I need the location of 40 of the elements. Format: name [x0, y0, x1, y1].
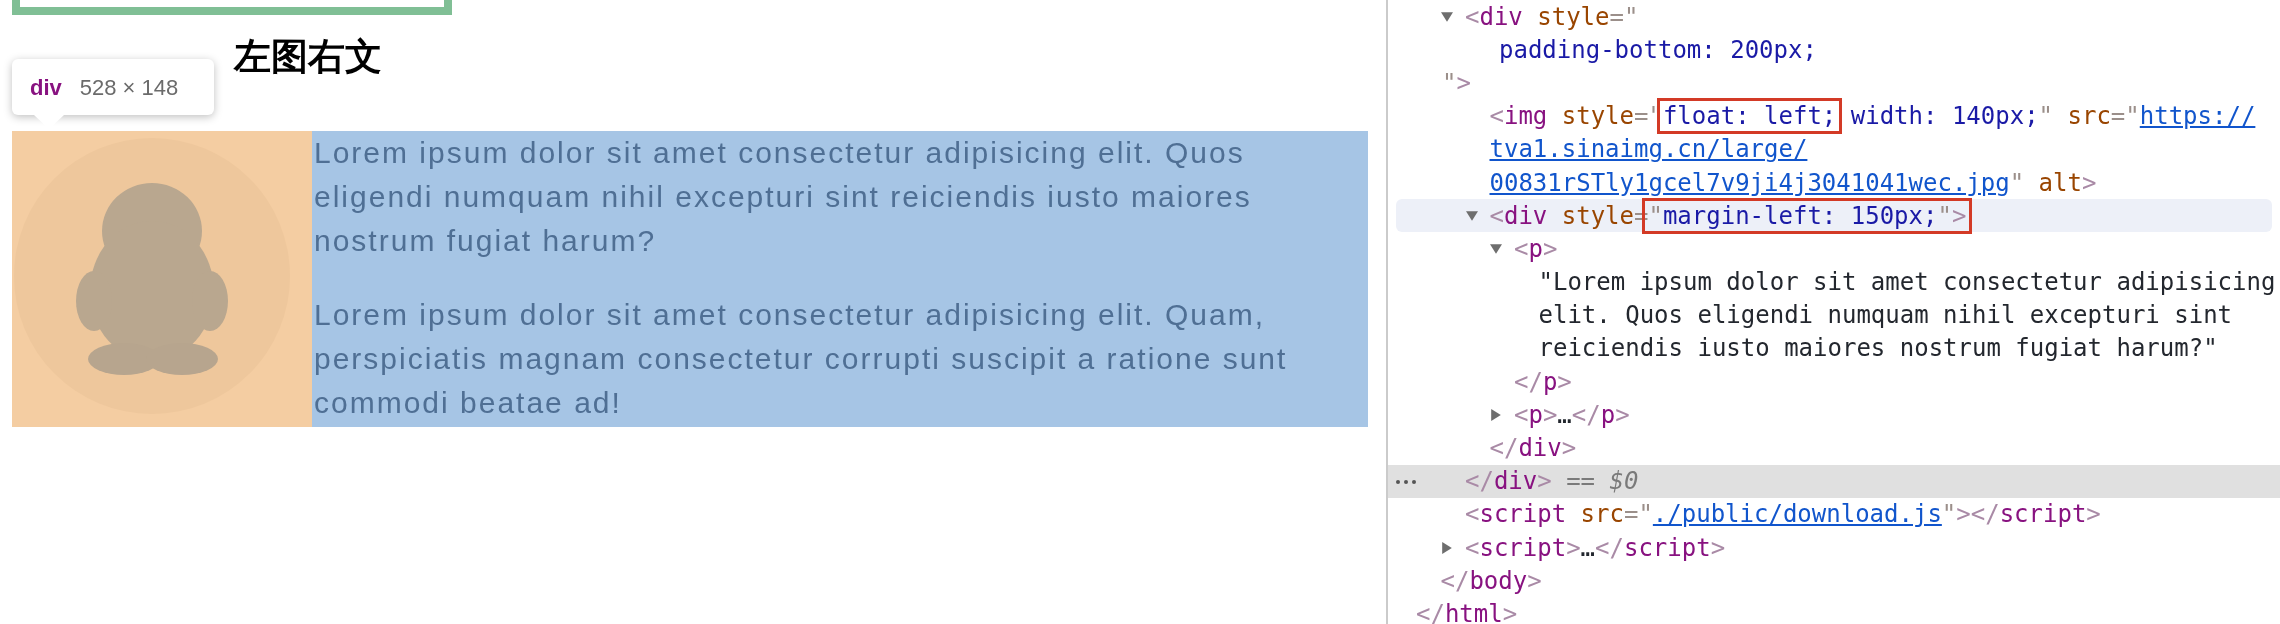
tree-row[interactable]: </div>: [1388, 431, 2280, 465]
code-text: <p>: [1514, 233, 1558, 265]
section-heading: 左图右文: [234, 35, 382, 79]
code-text: <p>…</p>: [1514, 399, 1630, 431]
paragraph: Lorem ipsum dolor sit amet consectetur adipisicing elit. Quos eligendi numquam nihil excepturi sint reiciendis iusto maiores nostrum fugiat harum?: [314, 135, 1253, 259]
collapse-triangle-icon[interactable]: [1465, 209, 1478, 222]
link[interactable]: ./public/download.js: [1652, 496, 1942, 533]
code-text: </div>: [1489, 433, 1577, 465]
code-text: " alt>: [2009, 167, 2097, 199]
element-size: 528 × 148: [79, 73, 179, 102]
code-text: ">: [1442, 67, 1471, 99]
link[interactable]: https://: [2139, 98, 2256, 135]
code-text: <script>…</script>: [1465, 532, 1726, 564]
code-text: "Lorem ipsum dolor sit amet consectetur adipisicing: [1538, 267, 2276, 299]
code-text: </html>: [1416, 598, 1518, 624]
code-text: width: 140px;" src=": [1849, 101, 2140, 133]
code-text: elit. Quos eligendi numquam nihil excepturi sint: [1538, 300, 2233, 332]
tree-row[interactable]: <script>…</script>: [1388, 531, 2280, 565]
highlight-box: float: left;: [1656, 98, 1843, 135]
collapse-triangle-icon[interactable]: [1490, 242, 1502, 255]
code-text: <script src=": [1465, 499, 1653, 531]
expand-triangle-icon[interactable]: [1441, 541, 1453, 554]
code-text: reiciendis iusto maiores nostrum fugiat harum?": [1538, 333, 2218, 365]
expand-triangle-icon[interactable]: [1490, 408, 1502, 421]
collapse-triangle-icon[interactable]: [1441, 10, 1453, 23]
tree-row[interactable]: <p>: [1388, 232, 2280, 266]
code-text: </div> == $0: [1465, 466, 1639, 498]
tag-name: div: [30, 73, 62, 102]
code-text: <div style=": [1465, 1, 1639, 33]
code-text: padding-bottom: 200px;: [1499, 34, 1817, 66]
tree-row[interactable]: <script src="./public/download.js"></script>: [1388, 497, 2280, 531]
tree-row[interactable]: <p>…</p>: [1388, 398, 2280, 432]
code-text: </body>: [1440, 565, 1542, 597]
more-dots-icon[interactable]: [1396, 479, 1416, 484]
tree-row[interactable]: </p>: [1388, 365, 2280, 399]
code-text: </p>: [1514, 366, 1572, 398]
tree-row[interactable]: <div style=": [1388, 0, 2280, 34]
selected-row[interactable]: </div> == $0: [1388, 464, 2280, 498]
paragraph: Lorem ipsum dolor sit amet consectetur adipisicing elit. Quam, perspiciatis magnam consectetur corrupti suscipit a ratione sunt commodi beatae ad!: [314, 297, 1289, 421]
code-text: "></script>: [1941, 499, 2101, 531]
